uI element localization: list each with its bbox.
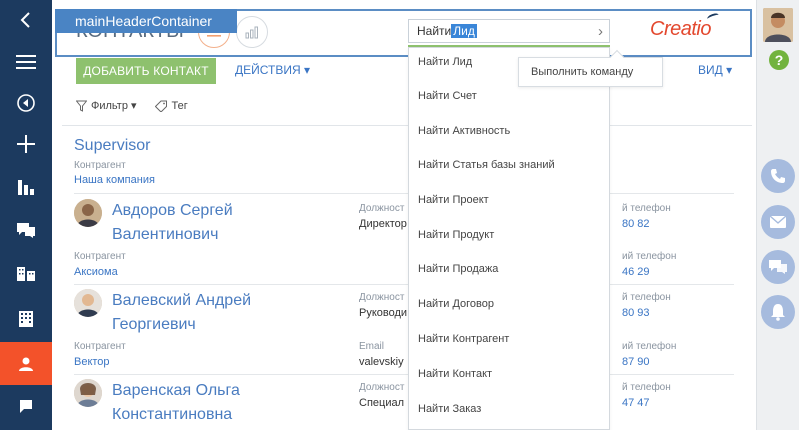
command-suggestions-dropdown: Найти Лид Найти Счет Найти Активность На…	[408, 47, 610, 430]
filter-icon[interactable]	[76, 100, 87, 112]
contact-name[interactable]: Варенская Ольга	[112, 379, 240, 403]
avatar[interactable]	[763, 8, 793, 42]
suggestion-item[interactable]: Найти Контрагент	[418, 333, 509, 345]
contact-name-cont[interactable]: Валентинович	[112, 223, 218, 247]
contact-name[interactable]: Валевский Андрей	[112, 289, 251, 313]
bell-icon[interactable]	[761, 295, 795, 329]
email-icon[interactable]	[761, 205, 795, 239]
logo-swoosh	[706, 12, 720, 22]
suggestion-item[interactable]: Найти Счет	[418, 90, 477, 102]
phone-icon[interactable]	[761, 159, 795, 193]
filter-row: Фильтр ▾ Тег	[76, 99, 188, 112]
tag-button[interactable]: Тег	[154, 99, 188, 112]
command-selected-text: Лид	[451, 24, 477, 38]
suggestion-item[interactable]: Найти Заказ	[418, 403, 481, 415]
job-title-label: Должност	[359, 203, 405, 214]
phone-label: й телефон	[622, 203, 671, 214]
suggestion-item[interactable]: Найти Продажа	[418, 263, 498, 275]
run-command-tooltip: Выполнить команду	[518, 57, 663, 87]
toolbar-divider	[62, 125, 752, 126]
contact-name[interactable]: Авдоров Сергей	[112, 199, 233, 223]
back-icon[interactable]	[0, 0, 52, 40]
analytics-view-button[interactable]	[236, 16, 268, 48]
right-panel: ?	[756, 0, 799, 430]
phone-label: й телефон	[622, 292, 671, 303]
phone-value-2[interactable]: 46 29	[622, 266, 650, 278]
actions-dropdown[interactable]: ДЕЙСТВИЯ ▾	[235, 63, 310, 77]
command-typed-text: Найти	[417, 24, 452, 38]
job-title-value: Директор	[359, 218, 407, 230]
creatio-logo: Creatio	[650, 12, 720, 41]
phone-label-2: ий телефон	[622, 341, 677, 352]
phone-value-2[interactable]: 87 90	[622, 356, 650, 368]
avatar	[74, 379, 102, 407]
suggestion-item[interactable]: Найти Статья базы знаний	[418, 159, 555, 171]
chevron-right-icon[interactable]: ›	[598, 23, 603, 40]
tag-icon	[154, 100, 167, 112]
phone-value[interactable]: 47 47	[622, 397, 650, 409]
email-label: Email	[359, 341, 385, 352]
flag-icon[interactable]	[0, 388, 52, 428]
play-icon[interactable]	[0, 83, 52, 123]
phone-value[interactable]: 80 82	[622, 218, 650, 230]
chat-icon[interactable]	[761, 250, 795, 284]
suggestion-item[interactable]: Найти Продукт	[418, 229, 494, 241]
logo-text: Creatio	[650, 18, 711, 40]
avatar	[74, 289, 102, 317]
job-title-value: Руководи	[359, 307, 408, 319]
tag-label: Тег	[171, 99, 188, 112]
feed-icon[interactable]	[0, 210, 52, 250]
account-label: Контрагент	[74, 251, 126, 262]
row-divider	[74, 193, 734, 194]
add-contact-button[interactable]: ДОБАВИТЬ КОНТАКТ	[76, 58, 216, 84]
job-title-label: Должност	[359, 382, 405, 393]
avatar	[74, 199, 102, 227]
plus-icon[interactable]	[0, 124, 52, 164]
left-nav	[0, 0, 52, 430]
account-link[interactable]: Аксиома	[74, 266, 118, 278]
filter-button[interactable]: Фильтр ▾	[91, 99, 137, 112]
main-area: КОНТАКТЫ Найти Лид › Creatio ДОБАВИТЬ КО…	[52, 0, 756, 430]
row-divider	[74, 284, 734, 285]
account-label: Контрагент	[74, 341, 126, 352]
view-dropdown[interactable]: ВИД ▾	[698, 63, 732, 77]
help-icon[interactable]: ?	[769, 50, 789, 70]
job-title-value: Специал	[359, 397, 404, 409]
suggestion-item[interactable]: Найти Договор	[418, 298, 494, 310]
companies-icon[interactable]	[0, 299, 52, 339]
account-link[interactable]: Вектор	[74, 356, 110, 368]
phone-value[interactable]: 80 93	[622, 307, 650, 319]
job-title-label: Должност	[359, 292, 405, 303]
suggestion-item[interactable]: Найти Проект	[418, 194, 489, 206]
suggestion-item[interactable]: Найти Лид	[418, 56, 472, 68]
accounts-icon[interactable]	[0, 253, 52, 293]
menu-icon[interactable]	[0, 42, 52, 82]
phone-label: й телефон	[622, 382, 671, 393]
phone-label-2: ий телефон	[622, 251, 677, 262]
contact-name-cont[interactable]: Георгиевич	[112, 313, 196, 337]
command-line-input[interactable]: Найти Лид ›	[408, 19, 610, 43]
main-header-container-label: mainHeaderContainer	[55, 9, 237, 33]
email-value[interactable]: valevskiy	[359, 356, 404, 368]
contact-name-cont[interactable]: Константиновна	[112, 403, 232, 427]
suggestion-item[interactable]: Найти Контакт	[418, 368, 492, 380]
suggestion-item[interactable]: Найти Активность	[418, 125, 510, 137]
analytics-icon[interactable]	[0, 167, 52, 207]
contacts-icon[interactable]	[0, 342, 52, 385]
row-divider	[74, 374, 734, 375]
